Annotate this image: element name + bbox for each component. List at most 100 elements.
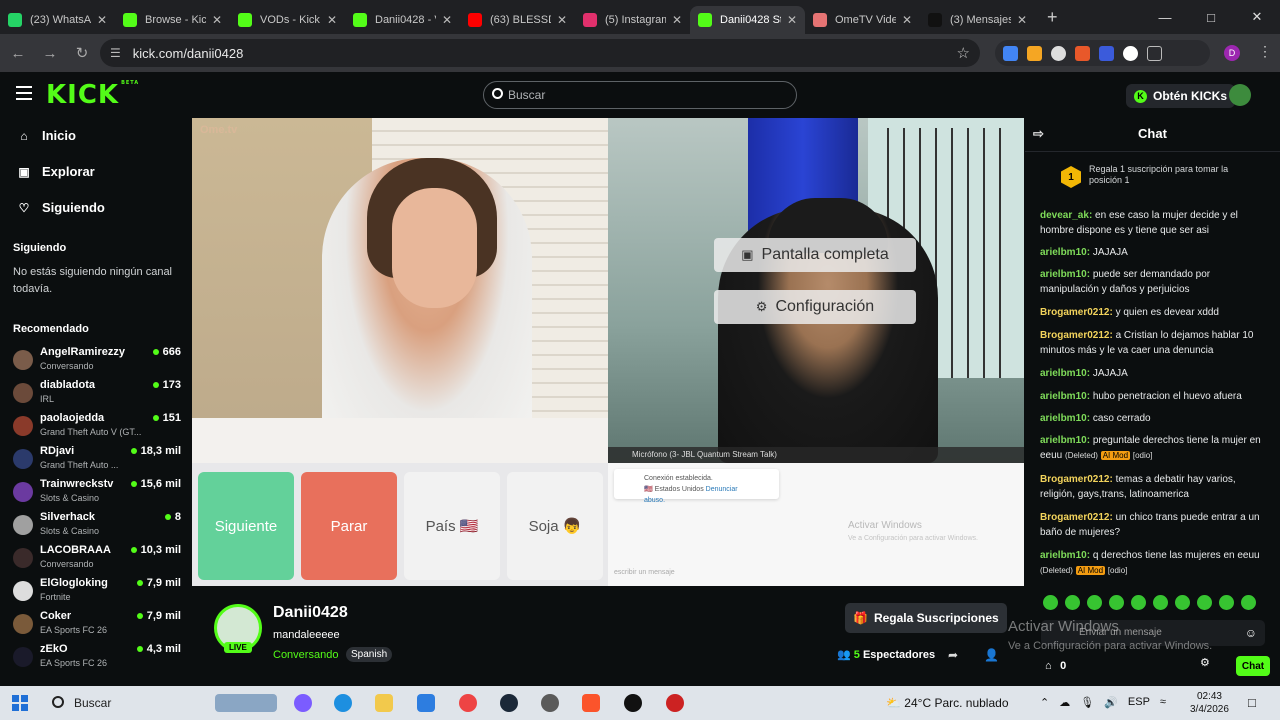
brave-icon[interactable] — [582, 694, 600, 712]
gender-button[interactable]: Soja 👦 — [507, 472, 603, 580]
chat-message[interactable]: arielbm10: q derechos tiene las mujeres … — [1040, 548, 1270, 578]
fullscreen-button[interactable]: ▣ Pantalla completa — [714, 238, 916, 272]
browser-menu-icon[interactable]: ⋮ — [1258, 43, 1272, 60]
close-tab-icon[interactable]: ✕ — [557, 13, 567, 27]
chat-message[interactable]: arielbm10: hubo penetracion el huevo afu… — [1040, 389, 1270, 404]
chat-settings-icon[interactable]: ⚙ — [1200, 656, 1210, 669]
recommended-channel[interactable]: Coker EA Sports FC 26 7,9 mil — [13, 610, 181, 640]
chat-username[interactable]: devear_ak — [1040, 210, 1089, 221]
close-tab-icon[interactable]: ✕ — [902, 13, 912, 27]
microphone-icon[interactable]: 🎙 — [1080, 696, 1094, 709]
chat-username[interactable]: Brogamer0212 — [1040, 512, 1109, 523]
forward-icon[interactable]: → — [36, 45, 64, 62]
chat-message[interactable]: arielbm10: puede ser demandado por manip… — [1040, 267, 1270, 297]
browser-tab[interactable]: Browse - Kick ✕ — [115, 6, 230, 34]
chat-message[interactable]: arielbm10: JAJAJA — [1040, 245, 1270, 260]
copilot-icon[interactable] — [294, 694, 312, 712]
chat-username[interactable]: arielbm10 — [1040, 247, 1087, 258]
browser-tab[interactable]: (5) Instagram ✕ — [575, 6, 690, 34]
emote-icon[interactable] — [1109, 595, 1124, 610]
chat-message[interactable]: Brogamer0212: y quien es devear xddd — [1040, 305, 1270, 320]
language-tag[interactable]: Spanish — [346, 647, 393, 662]
recommended-channel[interactable]: AngelRamirezzy Conversando 666 — [13, 346, 181, 376]
close-tab-icon[interactable]: ✕ — [212, 13, 222, 27]
chat-username[interactable]: Brogamer0212 — [1040, 474, 1109, 485]
chat-message[interactable]: arielbm10: JAJAJA — [1040, 366, 1270, 381]
extension-icon[interactable] — [1051, 45, 1066, 61]
emote-icon[interactable] — [1131, 595, 1146, 610]
app-icon[interactable] — [666, 694, 684, 712]
chat-username[interactable]: arielbm10 — [1040, 550, 1087, 561]
windows-start-icon[interactable] — [12, 695, 28, 711]
file-explorer-icon[interactable] — [375, 694, 393, 712]
notifications-icon[interactable]: □ — [1248, 695, 1256, 710]
emote-icon[interactable] — [1065, 595, 1080, 610]
chat-message[interactable]: arielbm10: caso cerrado — [1040, 411, 1270, 426]
maximize-icon[interactable]: □ — [1188, 0, 1234, 34]
chat-username[interactable]: Brogamer0212 — [1040, 307, 1109, 318]
recommended-channel[interactable]: RDjavi Grand Theft Auto ... 18,3 mil — [13, 445, 181, 475]
tray-chevron-icon[interactable]: ⌃ — [1040, 696, 1049, 709]
country-button[interactable]: País 🇺🇸 — [404, 472, 500, 580]
bookmark-star-icon[interactable]: ☆ — [957, 44, 970, 62]
browser-tab[interactable]: (23) WhatsApp ✕ — [0, 6, 115, 34]
tiktok-icon[interactable] — [624, 694, 642, 712]
collapse-chat-icon[interactable]: ⇨ — [1033, 118, 1044, 150]
emote-icon[interactable] — [1153, 595, 1168, 610]
taskbar-widget-image[interactable] — [215, 694, 277, 712]
get-kicks-button[interactable]: K Obtén KICKs — [1126, 84, 1236, 108]
translate-extension-icon[interactable] — [1003, 45, 1018, 61]
app-icon[interactable] — [541, 694, 559, 712]
gift-subs-button[interactable]: 🎁 Regala Suscripciones — [845, 603, 1007, 633]
points-icon[interactable]: ⌂ — [1045, 660, 1052, 672]
recommended-channel[interactable]: ElGlogloking Fortnite 7,9 mil — [13, 577, 181, 607]
site-settings-icon[interactable]: ☰ — [110, 46, 121, 60]
emoji-icon[interactable]: ☺ — [1245, 620, 1257, 646]
close-tab-icon[interactable]: ✕ — [442, 13, 452, 27]
send-chat-button[interactable]: Chat — [1236, 656, 1270, 676]
close-tab-icon[interactable]: ✕ — [1017, 13, 1027, 27]
extension-icon[interactable] — [1099, 45, 1114, 61]
recommended-channel[interactable]: LACOBRAAA Conversando 10,3 mil — [13, 544, 181, 574]
weather-widget[interactable]: ⛅ 24°C Parc. nublado — [886, 696, 1009, 710]
close-icon[interactable]: ✕ — [1234, 0, 1280, 34]
system-clock[interactable]: 02:43 3/4/2026 — [1190, 690, 1229, 716]
chrome-icon[interactable] — [459, 694, 477, 712]
chat-username[interactable]: arielbm10 — [1040, 435, 1087, 446]
extension-icon[interactable] — [1123, 45, 1138, 61]
emote-icon[interactable] — [1241, 595, 1256, 610]
emote-icon[interactable] — [1043, 595, 1058, 610]
chat-username[interactable]: arielbm10 — [1040, 368, 1087, 379]
search-input[interactable]: Buscar — [483, 81, 797, 109]
settings-button[interactable]: ⚙ Configuración — [714, 290, 916, 324]
tray-app-icon[interactable]: ☁ — [1059, 696, 1070, 709]
browser-profile-avatar[interactable]: D — [1224, 45, 1240, 61]
next-button[interactable]: Siguiente — [198, 472, 294, 580]
stop-button[interactable]: Parar — [301, 472, 397, 580]
extension-icon[interactable] — [1075, 45, 1090, 61]
minimize-icon[interactable]: — — [1142, 0, 1188, 34]
chat-message[interactable]: Brogamer0212: a Cristian lo dejamos habl… — [1040, 328, 1270, 358]
close-tab-icon[interactable]: ✕ — [672, 13, 682, 27]
emote-icon[interactable] — [1175, 595, 1190, 610]
recommended-channel[interactable]: paolaojedda Grand Theft Auto V (GT... 151 — [13, 412, 181, 442]
back-icon[interactable]: ← — [4, 45, 32, 62]
ometv-message-input[interactable]: escribir un mensaje — [614, 569, 675, 576]
chat-username[interactable]: arielbm10 — [1040, 413, 1087, 424]
close-tab-icon[interactable]: ✕ — [97, 13, 107, 27]
emote-icon[interactable] — [1219, 595, 1234, 610]
browser-tab[interactable]: (63) BLESSD ✕ — [460, 6, 575, 34]
sidebar-item-home[interactable]: ⌂ Inicio — [17, 128, 76, 143]
chat-username[interactable]: arielbm10 — [1040, 269, 1087, 280]
chat-username[interactable]: arielbm10 — [1040, 391, 1087, 402]
browser-tab[interactable]: OmeTV Video Chat ✕ — [805, 6, 920, 34]
sidebar-item-following[interactable]: ♡ Siguiendo — [17, 200, 105, 215]
emote-icon[interactable] — [1087, 595, 1102, 610]
microphone-select[interactable]: Micrófono (3- JBL Quantum Stream Talk) — [608, 447, 1024, 463]
kick-logo[interactable]: KICK BETA — [46, 80, 139, 110]
close-tab-icon[interactable]: ✕ — [787, 13, 797, 27]
video-player[interactable]: Ome.tv ▣ Pantalla completa ⚙ Configuraci… — [192, 118, 1024, 586]
stream-category[interactable]: Conversando — [273, 649, 338, 661]
recommended-channel[interactable]: zEkO EA Sports FC 26 4,3 mil — [13, 643, 181, 673]
user-avatar[interactable] — [1229, 84, 1251, 106]
